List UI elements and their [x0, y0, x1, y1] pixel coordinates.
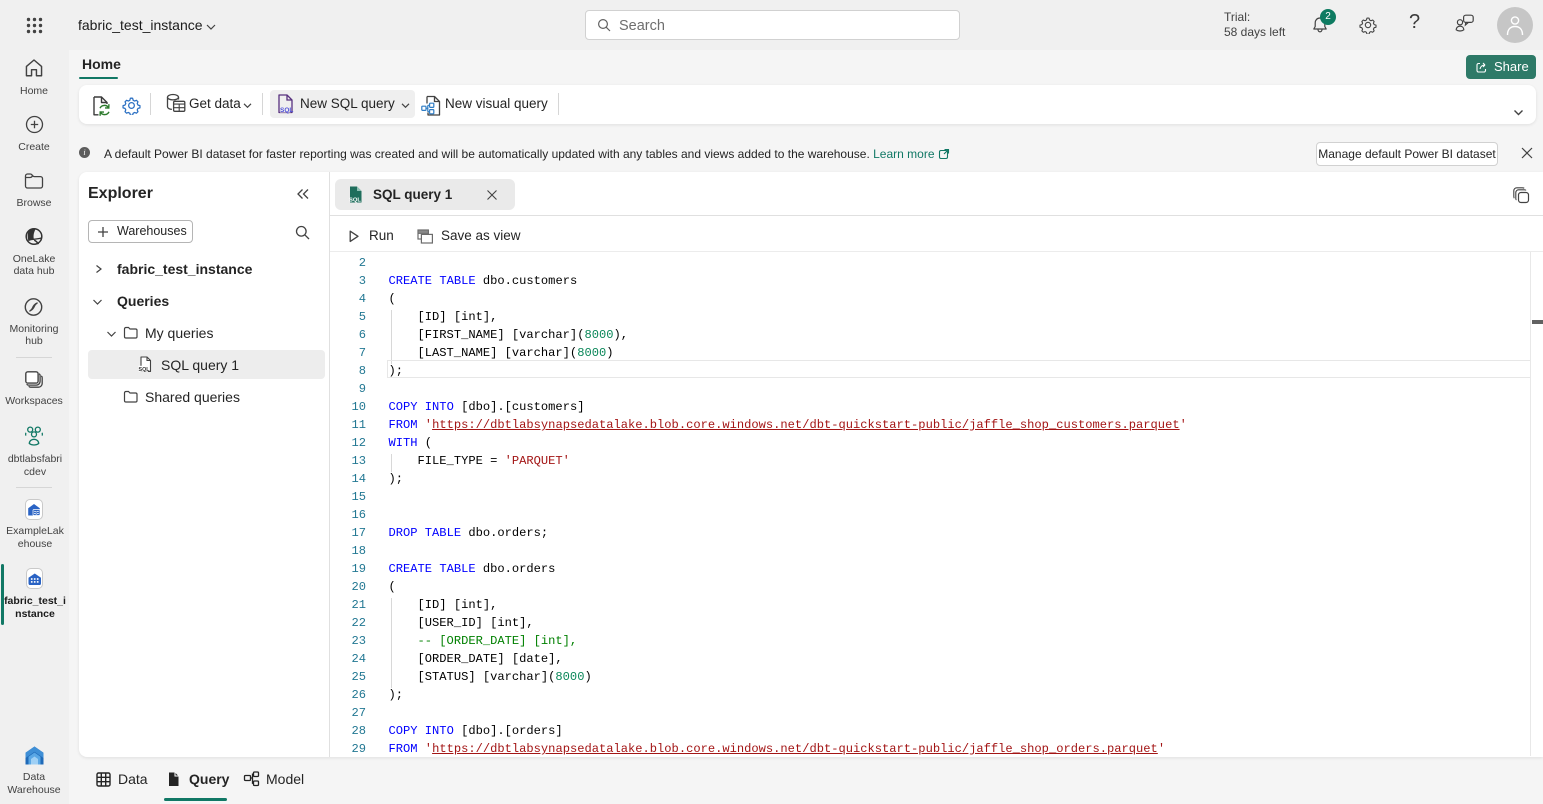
svg-text:SQL: SQL: [280, 107, 293, 114]
svg-text:SQL: SQL: [139, 367, 151, 373]
svg-text:SQL: SQL: [349, 198, 361, 204]
